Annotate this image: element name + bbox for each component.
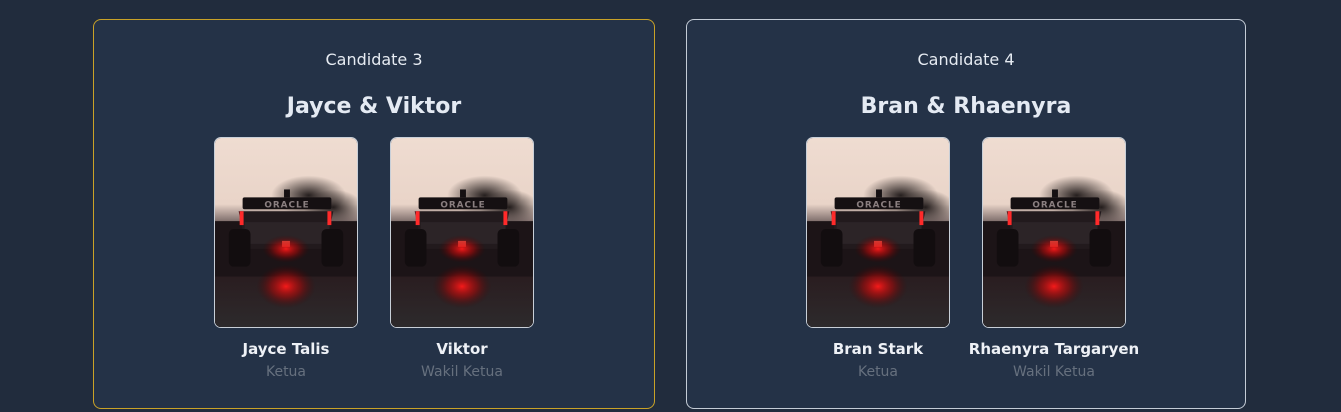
member-ketua: Bran Stark Ketua: [778, 137, 978, 380]
member-wakil-ketua: Viktor Wakil Ketua: [362, 137, 562, 380]
candidate-pair-name: Jayce & Viktor: [286, 94, 462, 119]
candidate-label: Candidate 3: [325, 50, 423, 69]
member-photo: [806, 137, 950, 328]
candidate-pair-name: Bran & Rhaenyra: [860, 94, 1072, 119]
candidate-label: Candidate 4: [917, 50, 1015, 69]
member-role: Wakil Ketua: [421, 364, 503, 380]
member-role: Ketua: [265, 364, 307, 380]
member-photo: [390, 137, 534, 328]
member-name: Viktor: [436, 340, 488, 358]
member-wakil-ketua: Rhaenyra Targaryen Wakil Ketua: [954, 137, 1154, 380]
member-name: Bran Stark: [832, 340, 924, 358]
member-name: Jayce Talis: [242, 340, 330, 358]
member-role: Wakil Ketua: [1013, 364, 1095, 380]
member-role: Ketua: [857, 364, 899, 380]
member-ketua: Jayce Talis Ketua: [186, 137, 386, 380]
candidate-card-3[interactable]: Candidate 3 Jayce & Viktor Jayce Talis K…: [93, 19, 655, 409]
candidate-card-4[interactable]: Candidate 4 Bran & Rhaenyra Bran Stark K…: [686, 19, 1246, 409]
candidates-stage: Candidate 3 Jayce & Viktor Jayce Talis K…: [0, 0, 1341, 412]
member-photo: [214, 137, 358, 328]
member-name: Rhaenyra Targaryen: [968, 340, 1140, 358]
member-photo: [982, 137, 1126, 328]
